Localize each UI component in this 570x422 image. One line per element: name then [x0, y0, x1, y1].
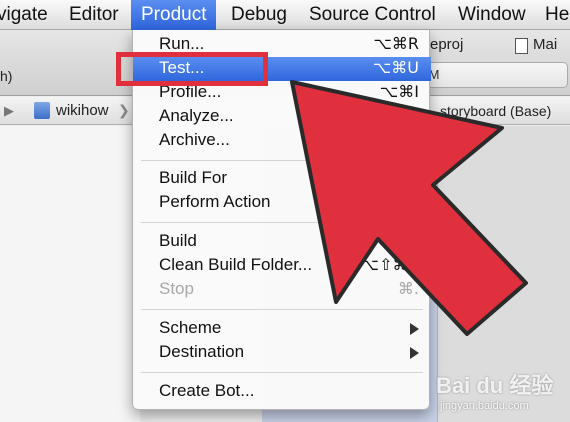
- menu-item-label: Stop: [159, 279, 194, 298]
- menu-editor[interactable]: Editor: [69, 0, 119, 30]
- menu-help[interactable]: He: [545, 0, 569, 30]
- menu-item-label: Scheme: [159, 318, 222, 337]
- menu-item-build[interactable]: Build: [133, 230, 431, 254]
- menu-item-perform-action[interactable]: Perform Action: [133, 191, 431, 215]
- nav-forward-icon[interactable]: ▶: [4, 103, 14, 119]
- navigator-pane: [0, 126, 140, 422]
- menubar: vigate Editor Product Debug Source Contr…: [0, 0, 570, 30]
- breadcrumb-project[interactable]: wikihow: [56, 102, 109, 119]
- menu-product[interactable]: Product: [131, 0, 217, 30]
- breadcrumb-storyboard[interactable]: storyboard (Base): [440, 103, 551, 119]
- menu-item-scheme[interactable]: Scheme: [133, 317, 431, 341]
- watermark-logo: Bai du 经验: [436, 373, 554, 398]
- menu-item-archive[interactable]: Archive...: [133, 129, 431, 153]
- shortcut-label: ⌥⇧⌘B: [360, 106, 419, 125]
- shortcut-label: ⌘.: [397, 279, 419, 298]
- scheme-selector[interactable]: h): [0, 68, 12, 84]
- menu-navigate[interactable]: vigate: [0, 0, 48, 30]
- menu-item-create-bot[interactable]: Create Bot...: [133, 380, 431, 404]
- menu-item-label: Archive...: [159, 130, 230, 149]
- watermark-url: jingyan.baidu.com: [440, 400, 529, 412]
- shortcut-label: ⌥⌘R: [373, 34, 419, 53]
- menu-separator: [141, 160, 423, 161]
- menu-item-label: Build For: [159, 168, 228, 187]
- menu-item-label: Clean Build Folder...: [159, 255, 313, 274]
- menu-window[interactable]: Window: [458, 0, 526, 30]
- menu-item-stop[interactable]: Stop ⌘.: [133, 278, 431, 302]
- menu-separator: [141, 309, 423, 310]
- breadcrumb-chevron-icon: ❯: [118, 102, 130, 118]
- menu-item-build-for[interactable]: Build For: [133, 167, 431, 191]
- menu-item-label: Destination: [159, 342, 245, 361]
- menu-separator: [141, 222, 423, 223]
- menu-item-label: Build: [159, 231, 197, 250]
- menu-item-clean-build-folder[interactable]: Clean Build Folder... ⌥⇧⌘K: [133, 254, 431, 278]
- highlight-box: [116, 52, 268, 86]
- menu-item-label: Run...: [159, 34, 205, 53]
- submenu-arrow-icon: [410, 347, 419, 359]
- tab-project[interactable]: eproj: [430, 36, 463, 53]
- menu-item-label: Perform Action: [159, 192, 271, 211]
- menu-separator: [141, 372, 423, 373]
- menu-item-label: Create Bot...: [159, 381, 255, 400]
- menu-item-destination[interactable]: Destination: [133, 341, 431, 365]
- tab-main[interactable]: Mai: [533, 36, 557, 53]
- menu-source-control[interactable]: Source Control: [309, 0, 436, 30]
- product-menu: Run... ⌥⌘R Test... ⌥⌘U Profile... ⌥⌘I An…: [132, 30, 431, 410]
- menu-debug[interactable]: Debug: [231, 0, 287, 30]
- shortcut-label: ⌥⇧⌘K: [360, 255, 419, 274]
- project-icon: [34, 102, 50, 119]
- document-icon: [515, 38, 528, 54]
- menu-item-analyze[interactable]: Analyze... ⌥⇧⌘B: [133, 105, 431, 129]
- menu-item-label: Analyze...: [159, 106, 234, 125]
- shortcut-label: ⌥⌘U: [372, 58, 419, 77]
- shortcut-label: ⌥⌘I: [379, 82, 419, 101]
- submenu-arrow-icon: [410, 323, 419, 335]
